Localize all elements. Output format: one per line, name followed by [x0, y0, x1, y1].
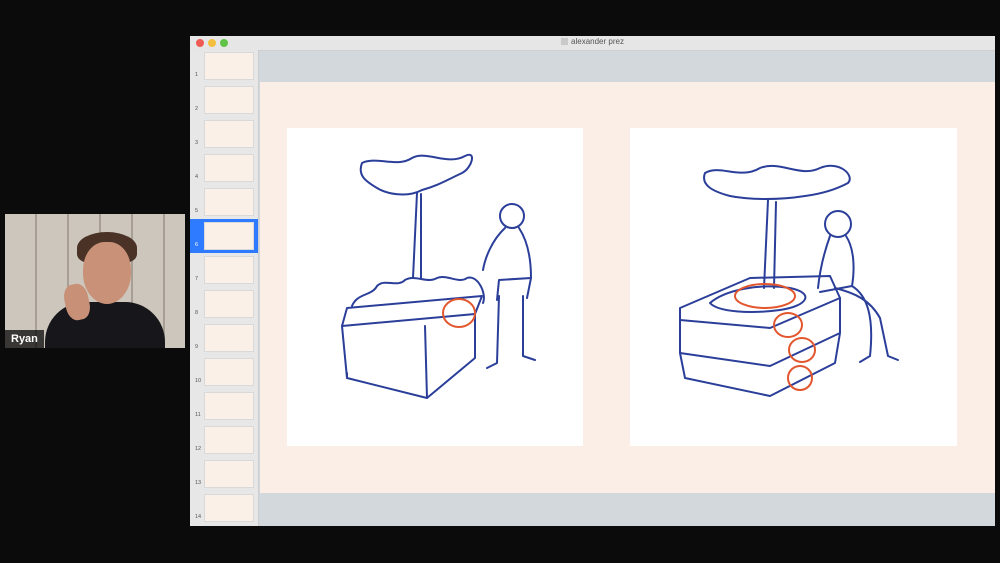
document-icon — [561, 38, 569, 45]
slide-thumbnail[interactable] — [204, 120, 254, 148]
slide-number: 8 — [195, 310, 199, 316]
slide-number: 6 — [195, 242, 199, 248]
highlight-seat-edge — [442, 298, 476, 328]
slide-thumbnail[interactable] — [204, 426, 254, 454]
keynote-window: alexander prez 1 2 3 4 5 6 7 8 9 10 11 12 13 14 — [190, 36, 995, 526]
slide-thumbnail[interactable] — [204, 392, 254, 420]
figure-legs — [834, 285, 899, 363]
participant-body — [45, 302, 165, 348]
drawing-standing-figure — [287, 128, 583, 446]
slide-thumbnail[interactable] — [204, 188, 254, 216]
tree-canopy — [703, 164, 851, 200]
slide-number: 12 — [195, 446, 202, 452]
figure-legs — [486, 295, 536, 369]
title-bar: alexander prez — [190, 36, 995, 51]
slide-number: 5 — [195, 208, 199, 214]
slide-thumbnail[interactable] — [204, 256, 254, 284]
participant-name-label: Ryan — [5, 330, 44, 348]
slide-thumbnail[interactable] — [201, 219, 257, 253]
slide-number: 3 — [195, 140, 199, 146]
slide-number: 7 — [195, 276, 199, 282]
tree-trunk — [412, 192, 422, 279]
drawing-sitting-figure — [630, 128, 957, 446]
slide-thumbnail[interactable] — [204, 494, 254, 522]
participant-face — [83, 242, 131, 304]
tree-canopy — [359, 153, 473, 196]
figure-head — [824, 210, 852, 238]
slide-thumbnail[interactable] — [204, 324, 254, 352]
figure-head — [499, 203, 525, 229]
slide-canvas[interactable] — [260, 82, 995, 493]
highlight-edge-3 — [787, 365, 813, 391]
slide-number: 9 — [195, 344, 199, 350]
slide-number: 4 — [195, 174, 199, 180]
slide-number: 14 — [195, 514, 202, 520]
figure-body — [817, 235, 855, 293]
tree-trunk — [763, 199, 777, 289]
slide-navigator[interactable]: 1 2 3 4 5 6 7 8 9 10 11 12 13 14 — [190, 50, 259, 526]
slide-number: 2 — [195, 106, 199, 112]
slide-thumbnail[interactable] — [204, 290, 254, 318]
slide-thumbnail[interactable] — [204, 52, 254, 80]
participant-video[interactable]: Ryan — [5, 214, 185, 348]
window-title-text: alexander prez — [571, 37, 624, 46]
slide-thumbnail[interactable] — [204, 86, 254, 114]
planter-top — [341, 295, 483, 327]
slide-number: 1 — [195, 72, 199, 78]
slide-thumbnail[interactable] — [204, 154, 254, 182]
slide-thumbnail[interactable] — [204, 460, 254, 488]
window-title: alexander prez — [190, 37, 995, 46]
slide-number: 13 — [195, 480, 202, 486]
slide-number: 11 — [195, 412, 201, 418]
figure-body — [482, 227, 532, 301]
slide-number: 10 — [195, 378, 202, 384]
slide-thumbnail[interactable] — [204, 358, 254, 386]
